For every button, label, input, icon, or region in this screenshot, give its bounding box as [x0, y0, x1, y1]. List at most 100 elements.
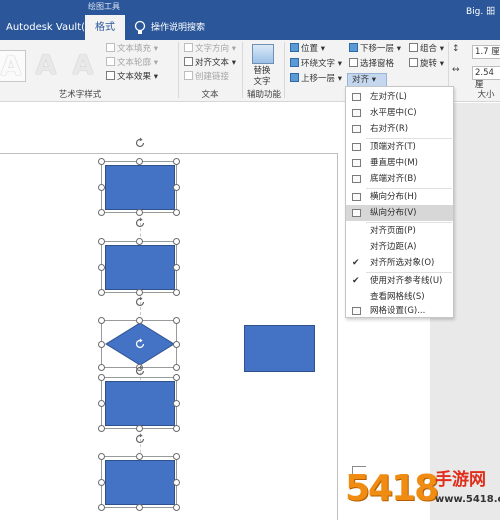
- resize-handle[interactable]: [173, 238, 180, 245]
- alt-text-button[interactable]: 替换 文字: [244, 66, 280, 88]
- menu-item-distribute-horizontally[interactable]: 横向分布(H): [346, 189, 453, 205]
- resize-handle[interactable]: [98, 453, 105, 460]
- rectangle-shape[interactable]: [105, 245, 175, 290]
- text-fill-button[interactable]: 文本填充 ▾: [106, 43, 158, 56]
- rectangle-shape[interactable]: [105, 460, 175, 505]
- rectangle-shape[interactable]: [105, 165, 175, 210]
- menu-item-align-right[interactable]: 右对齐(R): [346, 121, 453, 137]
- resize-handle[interactable]: [173, 504, 180, 511]
- menu-item-distribute-vertically[interactable]: 纵向分布(V): [346, 205, 453, 221]
- resize-handle[interactable]: [98, 289, 105, 296]
- wordart-style-3[interactable]: A: [68, 50, 98, 82]
- send-backward-button[interactable]: 下移一层 ▾: [349, 43, 401, 56]
- text-direction-button[interactable]: 文字方向 ▾: [184, 43, 236, 56]
- rotate-label: 旋转: [420, 59, 438, 69]
- account-name[interactable]: Big. 昍: [466, 4, 495, 17]
- resize-handle[interactable]: [173, 289, 180, 296]
- alignment-guide-horizontal: [0, 153, 338, 154]
- resize-handle[interactable]: [173, 374, 180, 381]
- menu-item-grid-settings[interactable]: 网格设置(G)...: [346, 304, 453, 318]
- resize-handle[interactable]: [173, 341, 180, 348]
- watermark-site-name: 手游网: [435, 470, 486, 490]
- rotate-button[interactable]: 旋转 ▾: [409, 58, 444, 71]
- resize-handle[interactable]: [98, 209, 105, 216]
- grid-settings-icon: [352, 307, 361, 315]
- menu-item-use-alignment-guides[interactable]: ✔ 使用对齐参考线(U): [346, 273, 453, 289]
- create-link-button[interactable]: 创建链接: [184, 71, 229, 84]
- resize-handle[interactable]: [98, 400, 105, 407]
- menu-item-align-bottom[interactable]: 底端对齐(B): [346, 171, 453, 187]
- resize-handle[interactable]: [136, 158, 143, 165]
- group-button[interactable]: 组合 ▾: [409, 43, 444, 56]
- resize-handle[interactable]: [136, 289, 143, 296]
- menu-item-label: 对齐边距(A): [370, 242, 417, 252]
- resize-handle[interactable]: [98, 158, 105, 165]
- rotate-handle-icon[interactable]: [134, 365, 146, 377]
- resize-handle[interactable]: [98, 479, 105, 486]
- resize-handle[interactable]: [98, 374, 105, 381]
- diamond-shape[interactable]: [105, 322, 175, 366]
- alignment-guide-vertical: [337, 153, 338, 520]
- rotate-handle-icon[interactable]: [134, 296, 146, 308]
- resize-handle[interactable]: [173, 453, 180, 460]
- tab-format[interactable]: 格式: [85, 15, 125, 40]
- resize-handle[interactable]: [136, 209, 143, 216]
- lightbulb-icon[interactable]: [133, 20, 147, 36]
- tab-autodesk-vault[interactable]: Autodesk Vault(K): [6, 18, 96, 38]
- text-outline-button[interactable]: 文本轮廓 ▾: [106, 57, 158, 70]
- resize-handle[interactable]: [173, 184, 180, 191]
- menu-item-align-to-margin[interactable]: 对齐边距(A): [346, 239, 453, 255]
- rotate-handle-icon[interactable]: [134, 217, 146, 229]
- resize-handle[interactable]: [98, 264, 105, 271]
- resize-handle[interactable]: [136, 453, 143, 460]
- resize-handle[interactable]: [173, 317, 180, 324]
- resize-handle[interactable]: [173, 264, 180, 271]
- menu-item-view-gridlines[interactable]: 查看网格线(S): [346, 289, 453, 305]
- resize-handle[interactable]: [173, 479, 180, 486]
- selection-pane-button[interactable]: 选择窗格: [349, 58, 394, 71]
- resize-handle[interactable]: [136, 238, 143, 245]
- rotate-icon: [409, 58, 418, 67]
- drawing-tools-context-label: 绘图工具: [88, 2, 120, 11]
- menu-item-align-left[interactable]: 左对齐(L): [346, 89, 453, 105]
- resize-handle[interactable]: [136, 425, 143, 432]
- tell-me-search[interactable]: 操作说明搜索: [151, 18, 205, 38]
- resize-handle[interactable]: [136, 317, 143, 324]
- menu-item-align-to-page[interactable]: 对齐页面(P): [346, 223, 453, 239]
- resize-handle[interactable]: [98, 364, 105, 371]
- wordart-style-1[interactable]: A: [0, 50, 26, 82]
- rotate-handle-icon[interactable]: [134, 137, 146, 149]
- wordart-style-2[interactable]: A: [31, 50, 61, 82]
- menu-item-align-top[interactable]: 顶端对齐(T): [346, 139, 453, 155]
- align-button[interactable]: 对齐 ▾: [347, 73, 387, 87]
- align-center-icon: [352, 109, 361, 117]
- wrap-text-button[interactable]: 环绕文字 ▾: [290, 58, 342, 71]
- resize-handle[interactable]: [98, 504, 105, 511]
- resize-handle[interactable]: [98, 238, 105, 245]
- resize-handle[interactable]: [98, 425, 105, 432]
- wrap-text-label: 环绕文字: [301, 59, 336, 69]
- bring-forward-button[interactable]: 上移一层 ▾: [290, 73, 342, 86]
- rectangle-shape[interactable]: [105, 381, 175, 426]
- height-input[interactable]: 1.7 厘: [472, 45, 500, 59]
- resize-handle[interactable]: [173, 364, 180, 371]
- resize-handle[interactable]: [136, 504, 143, 511]
- width-input[interactable]: 2.54 厘: [472, 66, 500, 90]
- alt-text-icon[interactable]: [252, 44, 274, 64]
- menu-item-align-center[interactable]: 水平居中(C): [346, 105, 453, 121]
- text-effect-button[interactable]: 文本效果 ▾: [106, 71, 158, 84]
- align-text-button[interactable]: 对齐文本 ▾: [184, 57, 236, 70]
- menu-item-align-selected-objects[interactable]: ✔ 对齐所选对象(O): [346, 255, 453, 271]
- text-effect-icon: [106, 71, 115, 80]
- resize-handle[interactable]: [98, 184, 105, 191]
- menu-item-align-middle[interactable]: 垂直居中(M): [346, 155, 453, 171]
- resize-handle[interactable]: [173, 400, 180, 407]
- resize-handle[interactable]: [173, 158, 180, 165]
- rotate-handle-icon[interactable]: [134, 433, 146, 445]
- resize-handle[interactable]: [98, 317, 105, 324]
- resize-handle[interactable]: [173, 209, 180, 216]
- resize-handle[interactable]: [98, 341, 105, 348]
- position-button[interactable]: 位置 ▾: [290, 43, 325, 56]
- rectangle-shape-unselected[interactable]: [244, 325, 315, 372]
- resize-handle[interactable]: [173, 425, 180, 432]
